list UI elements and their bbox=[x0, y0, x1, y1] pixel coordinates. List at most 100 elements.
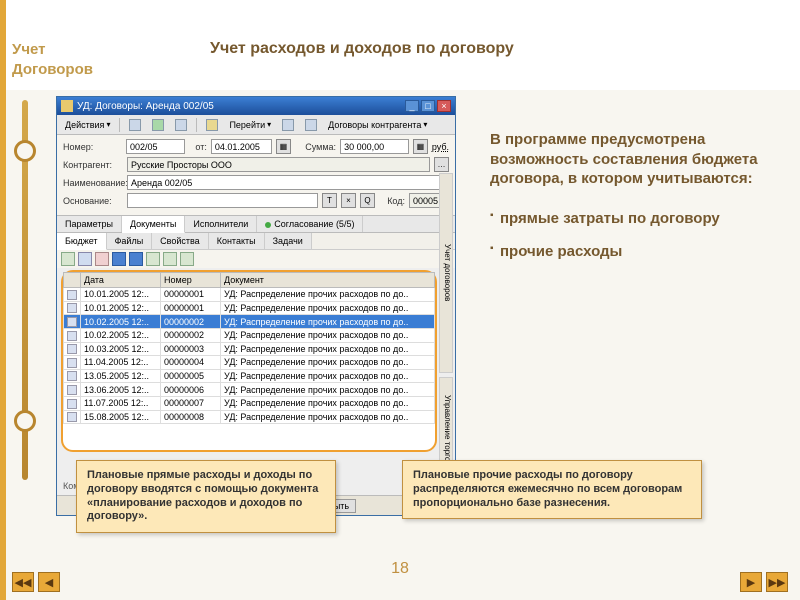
date-picker-button[interactable]: ▦ bbox=[276, 139, 291, 154]
grid-delete-icon[interactable] bbox=[95, 252, 109, 266]
subtab-props[interactable]: Свойства bbox=[152, 233, 209, 249]
row-icon bbox=[67, 303, 77, 313]
table-row[interactable]: 15.08.2005 12:..00000008УД: Распределени… bbox=[64, 410, 435, 424]
left-accent-strip bbox=[0, 0, 6, 600]
subtab-tasks[interactable]: Задачи bbox=[265, 233, 312, 249]
grid-toolbar bbox=[57, 250, 455, 268]
window-titlebar[interactable]: УД: Договоры: Аренда 002/05 _ □ × bbox=[57, 97, 455, 115]
cell-number: 00000001 bbox=[161, 288, 221, 302]
page-title: Учет расходов и доходов по договору bbox=[210, 40, 514, 58]
name-input[interactable]: Аренда 002/05 bbox=[127, 175, 449, 190]
table-row[interactable]: 10.01.2005 12:..00000001УД: Распределени… bbox=[64, 301, 435, 315]
bullet-1: прямые затраты по договору bbox=[490, 209, 770, 229]
cell-number: 00000002 bbox=[161, 328, 221, 342]
contract-window: УД: Договоры: Аренда 002/05 _ □ × Действ… bbox=[56, 96, 456, 516]
table-row[interactable]: 13.05.2005 12:..00000005УД: Распределени… bbox=[64, 369, 435, 383]
sum-input[interactable]: 30 000,00 bbox=[340, 139, 409, 154]
subtab-files[interactable]: Файлы bbox=[107, 233, 153, 249]
counterparty-select-button[interactable]: … bbox=[434, 157, 449, 172]
tab-approval[interactable]: Согласование (5/5) bbox=[257, 216, 363, 232]
subtab-contacts[interactable]: Контакты bbox=[209, 233, 265, 249]
maximize-button[interactable]: □ bbox=[421, 100, 435, 112]
documents-grid[interactable]: Дата Номер Документ 10.01.2005 12:..0000… bbox=[63, 272, 435, 424]
cell-document: УД: Распределение прочих расходов по до.… bbox=[221, 315, 435, 329]
table-row[interactable]: 10.02.2005 12:..00000002УД: Распределени… bbox=[64, 315, 435, 329]
cell-number: 00000006 bbox=[161, 383, 221, 397]
nav-first[interactable]: ◀◀ bbox=[12, 572, 34, 592]
tab-documents[interactable]: Документы bbox=[122, 216, 185, 233]
basis-btn-t[interactable]: T bbox=[322, 193, 337, 208]
actions-menu[interactable]: Действия▾ bbox=[61, 118, 114, 132]
grid-btn-6[interactable] bbox=[146, 252, 160, 266]
app-icon bbox=[61, 100, 73, 112]
grid-btn-7[interactable] bbox=[163, 252, 177, 266]
minimize-button[interactable]: _ bbox=[405, 100, 419, 112]
cell-number: 00000001 bbox=[161, 301, 221, 315]
callout-right: Плановые прочие расходы по договору расп… bbox=[402, 460, 702, 519]
subtab-budget[interactable]: Бюджет bbox=[57, 233, 107, 250]
basis-input[interactable] bbox=[127, 193, 318, 208]
grid-edit-icon[interactable] bbox=[78, 252, 92, 266]
row-icon bbox=[67, 358, 77, 368]
cell-document: УД: Распределение прочих расходов по до.… bbox=[221, 288, 435, 302]
cell-document: УД: Распределение прочих расходов по до.… bbox=[221, 369, 435, 383]
basis-btn-x[interactable]: × bbox=[341, 193, 356, 208]
table-row[interactable]: 13.06.2005 12:..00000006УД: Распределени… bbox=[64, 383, 435, 397]
cell-document: УД: Распределение прочих расходов по до.… bbox=[221, 383, 435, 397]
name-label: Наименование: bbox=[63, 178, 123, 188]
arrow-up-icon[interactable] bbox=[112, 252, 126, 266]
nav-prev[interactable]: ◀ bbox=[38, 572, 60, 592]
go-label: Перейти bbox=[229, 120, 265, 130]
cell-date: 13.06.2005 12:.. bbox=[81, 383, 161, 397]
grid-btn-8[interactable] bbox=[180, 252, 194, 266]
table-row[interactable]: 10.01.2005 12:..00000001УД: Распределени… bbox=[64, 288, 435, 302]
body-text: В программе предусмотрена возможность со… bbox=[490, 130, 770, 276]
table-row[interactable]: 11.04.2005 12:..00000004УД: Распределени… bbox=[64, 356, 435, 370]
basis-btn-q[interactable]: Q bbox=[360, 193, 375, 208]
table-row[interactable]: 10.02.2005 12:..00000002УД: Распределени… bbox=[64, 328, 435, 342]
cell-document: УД: Распределение прочих расходов по до.… bbox=[221, 356, 435, 370]
calc-button[interactable]: ▦ bbox=[413, 139, 428, 154]
side-tab-contracts[interactable]: Учет договоров bbox=[439, 173, 453, 373]
cell-number: 00000004 bbox=[161, 356, 221, 370]
nav-last[interactable]: ▶▶ bbox=[766, 572, 788, 592]
from-input[interactable]: 04.01.2005 bbox=[211, 139, 272, 154]
col-date[interactable]: Дата bbox=[81, 273, 161, 288]
row-icon bbox=[67, 317, 77, 327]
counterparty-docs-menu[interactable]: Договоры контрагента▾ bbox=[324, 118, 431, 132]
row-icon bbox=[67, 331, 77, 341]
sidebar-title-line2: Договоров bbox=[12, 61, 93, 78]
col-document[interactable]: Документ bbox=[221, 273, 435, 288]
cell-document: УД: Распределение прочих расходов по до.… bbox=[221, 410, 435, 424]
table-row[interactable]: 10.03.2005 12:..00000003УД: Распределени… bbox=[64, 342, 435, 356]
number-label: Номер: bbox=[63, 142, 122, 152]
tool-btn-4[interactable] bbox=[202, 117, 222, 133]
tool-btn-3[interactable] bbox=[171, 117, 191, 133]
close-button[interactable]: × bbox=[437, 100, 451, 112]
cpd-label: Договоры контрагента bbox=[328, 120, 421, 130]
tool-btn-1[interactable] bbox=[125, 117, 145, 133]
col-number[interactable]: Номер bbox=[161, 273, 221, 288]
ornament bbox=[10, 100, 38, 480]
number-input[interactable]: 002/05 bbox=[126, 139, 185, 154]
arrow-down-icon[interactable] bbox=[129, 252, 143, 266]
row-icon bbox=[67, 385, 77, 395]
cell-number: 00000005 bbox=[161, 369, 221, 383]
actions-label: Действия bbox=[65, 120, 104, 130]
tab-executors[interactable]: Исполнители bbox=[185, 216, 257, 232]
callout-left: Плановые прямые расходы и доходы по дого… bbox=[76, 460, 336, 533]
table-row[interactable]: 11.07.2005 12:..00000007УД: Распределени… bbox=[64, 397, 435, 411]
counterparty-input[interactable]: Русские Просторы ООО bbox=[127, 157, 430, 172]
grid-add-icon[interactable] bbox=[61, 252, 75, 266]
nav-next[interactable]: ▶ bbox=[740, 572, 762, 592]
grid-highlight: Дата Номер Документ 10.01.2005 12:..0000… bbox=[61, 270, 437, 452]
tab-params[interactable]: Параметры bbox=[57, 216, 122, 232]
tool-btn-6[interactable] bbox=[301, 117, 321, 133]
cell-date: 13.05.2005 12:.. bbox=[81, 369, 161, 383]
currency-label[interactable]: руб. bbox=[432, 142, 449, 152]
bullet-2: прочие расходы bbox=[490, 242, 770, 262]
tool-btn-5[interactable] bbox=[278, 117, 298, 133]
go-menu[interactable]: Перейти▾ bbox=[225, 118, 275, 132]
tool-btn-2[interactable] bbox=[148, 117, 168, 133]
cell-date: 15.08.2005 12:.. bbox=[81, 410, 161, 424]
